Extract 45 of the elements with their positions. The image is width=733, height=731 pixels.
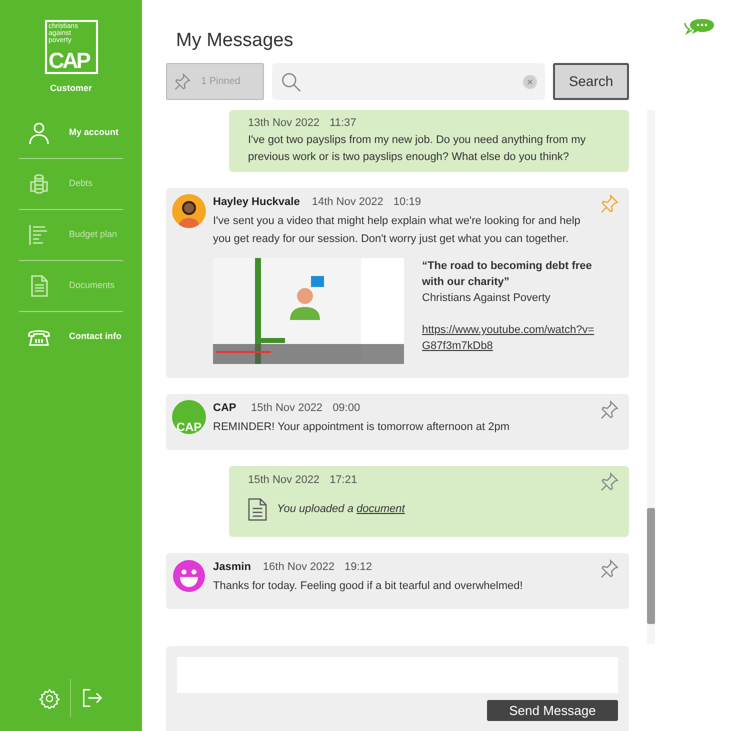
pin-icon[interactable] [599,400,619,420]
document-link[interactable]: document [356,503,405,516]
message-text: I've got two payslips from my new job. Do you need anything from my previous work or is two payslips enough? What else do you think? [248,133,587,165]
message-time: 17:21 [330,474,358,486]
upload-notice: You uploaded a document [277,502,405,518]
smiley-icon [172,559,206,593]
message-date: 15th Nov 2022 [248,474,320,486]
search-icon [280,70,302,92]
message-date: 14th Nov 2022 [312,195,384,210]
video-title: “The road to becoming debt free with our charity” [422,259,593,290]
pin-icon [173,72,191,90]
coins-icon [27,172,51,196]
pin-icon[interactable] [599,194,619,214]
message-date: 15th Nov 2022 [251,401,323,416]
user-role: Customer [50,82,92,95]
message-time: 09:00 [332,401,360,416]
message-date: 13th Nov 2022 [248,117,320,129]
scrollbar[interactable] [647,110,655,644]
person-icon [27,120,51,144]
nav-item[interactable]: Contact info [19,312,123,362]
message-date: 16th Nov 2022 [262,560,334,575]
search-button[interactable]: Search [553,63,629,100]
clear-icon[interactable] [523,74,537,88]
logo-avatar: CAP [172,400,206,434]
page-title: My Messages [176,29,294,53]
sender-name: Hayley Huckvale [213,195,300,210]
pinned-button[interactable]: 1 Pinned [166,63,264,100]
document-icon [248,498,267,521]
pin-icon[interactable] [599,472,619,492]
settings-icon[interactable] [39,688,60,708]
nav-item[interactable]: My account [19,108,123,158]
message-time: 10:19 [393,195,421,210]
sender-name: Jasmin [213,560,251,575]
message-text: REMINDER! Your appointment is tomorrow afternoon at 2pm [213,420,511,435]
video-channel: Christians Against Poverty [422,291,552,306]
message-text: Thanks for today. Feeling good if a bit tearful and overwhelmed! [213,579,524,594]
sender-name: CAP [213,401,238,416]
pin-icon[interactable] [599,559,619,579]
video-link[interactable]: https://www.youtube.com/watch?v=G87f3m7kDb8 [422,322,597,354]
logout-icon[interactable] [81,687,103,709]
message-time: 11:37 [330,117,356,129]
search-field[interactable] [272,63,545,100]
message-text: I've sent you a video that might help explain what we're looking for and help you get ready for our session. Don't worry just get what you can together. [213,214,582,247]
send-button[interactable]: Send Message [487,700,618,721]
message-time: 19:12 [344,560,372,575]
